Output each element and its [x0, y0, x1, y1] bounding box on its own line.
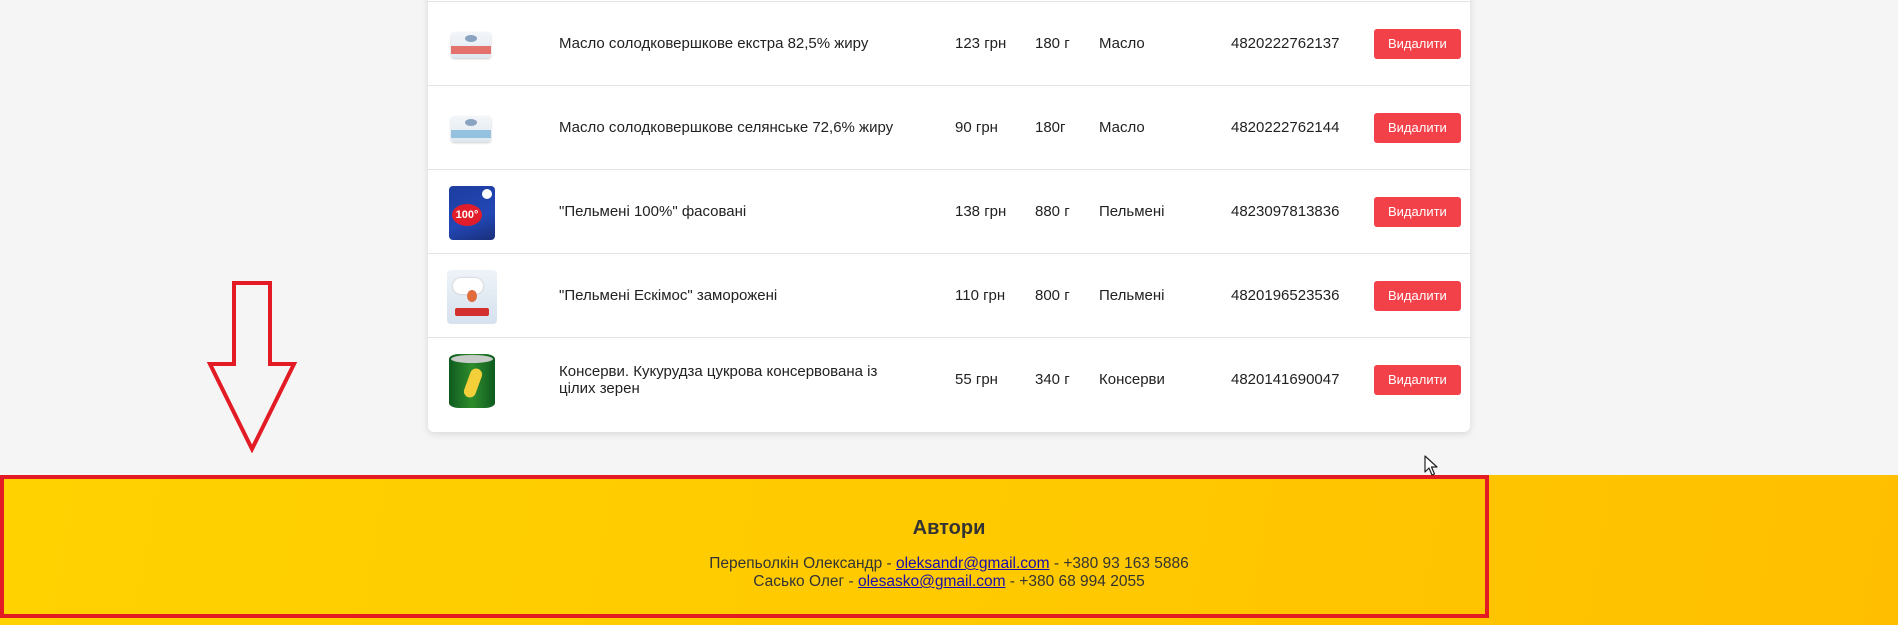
product-image-cell: 100°	[443, 170, 499, 253]
delete-button[interactable]: Видалити	[1374, 280, 1461, 311]
table-row: Консерви. Кукурудза цукрова консервована…	[428, 337, 1470, 421]
product-weight: 180 г	[1035, 35, 1070, 52]
author-line: Сасько Олег - olesasko@gmail.com - +380 …	[0, 573, 1898, 591]
product-barcode: 4820141690047	[1231, 371, 1340, 388]
author-phone: - +380 93 163 5886	[1049, 555, 1189, 572]
product-barcode: 4823097813836	[1231, 203, 1340, 220]
product-thumbnail	[447, 269, 497, 324]
author-email-link[interactable]: oleksandr@gmail.com	[896, 555, 1050, 572]
annotation-highlight-box	[0, 475, 1489, 618]
product-weight: 180г	[1035, 119, 1066, 136]
table-row: "Пельмені Ескімос" заморожені 110 грн 80…	[428, 253, 1470, 337]
product-weight: 880 г	[1035, 203, 1070, 220]
action-cell: Видалити	[1374, 254, 1461, 337]
delete-button[interactable]: Видалити	[1374, 112, 1461, 143]
product-price: 55 грн	[955, 371, 998, 388]
product-name: Консерви. Кукурудза цукрова консервована…	[559, 362, 878, 397]
product-thumbnail	[447, 18, 495, 70]
author-email-link[interactable]: olesasko@gmail.com	[858, 573, 1006, 590]
product-weight: 800 г	[1035, 287, 1070, 304]
down-arrow-icon	[206, 281, 298, 453]
table-row: Масло солодковершкове селянське 72,6% жи…	[428, 85, 1470, 169]
product-image-cell	[443, 338, 499, 421]
product-name: "Пельмені Ескімос" заморожені	[559, 287, 778, 304]
product-name: Масло солодковершкове екстра 82,5% жиру	[559, 35, 869, 52]
product-price: 90 грн	[955, 119, 998, 136]
action-cell: Видалити	[1374, 2, 1461, 85]
action-cell: Видалити	[1374, 338, 1461, 421]
author-line: Перепьолкін Олександр - oleksandr@gmail.…	[0, 555, 1898, 573]
product-image-cell	[443, 254, 499, 337]
delete-button[interactable]: Видалити	[1374, 28, 1461, 59]
product-barcode: 4820196523536	[1231, 287, 1340, 304]
delete-button[interactable]: Видалити	[1374, 364, 1461, 395]
page: Масло солодковершкове екстра 82,5% жиру …	[0, 0, 1898, 625]
product-category: Пельмені	[1099, 287, 1165, 304]
product-price: 123 грн	[955, 35, 1007, 52]
product-weight: 340 г	[1035, 371, 1070, 388]
author-name: Сасько Олег -	[753, 573, 858, 590]
product-name: "Пельмені 100%" фасовані	[559, 203, 747, 220]
action-cell: Видалити	[1374, 170, 1461, 253]
product-barcode: 4820222762144	[1231, 119, 1340, 136]
footer-authors: Перепьолкін Олександр - oleksandr@gmail.…	[0, 555, 1898, 591]
author-phone: - +380 68 994 2055	[1005, 573, 1145, 590]
mouse-pointer-icon	[1424, 455, 1438, 476]
action-cell: Видалити	[1374, 86, 1461, 169]
product-barcode: 4820222762137	[1231, 35, 1340, 52]
product-category: Масло	[1099, 119, 1145, 136]
product-price: 110 грн	[955, 287, 1006, 304]
product-category: Консерви	[1099, 371, 1165, 388]
product-image-cell	[443, 2, 499, 85]
author-name: Перепьолкін Олександр -	[709, 555, 896, 572]
product-thumbnail	[447, 353, 495, 408]
product-category: Пельмені	[1099, 203, 1165, 220]
product-price: 138 грн	[955, 203, 1007, 220]
table-row: 100° "Пельмені 100%" фасовані 138 грн 88…	[428, 169, 1470, 253]
product-name: Масло солодковершкове селянське 72,6% жи…	[559, 119, 894, 136]
product-thumbnail	[447, 102, 495, 154]
product-image-cell	[443, 86, 499, 169]
product-thumbnail: 100°	[447, 185, 495, 240]
table-row: Масло солодковершкове екстра 82,5% жиру …	[428, 1, 1470, 85]
product-category: Масло	[1099, 35, 1145, 52]
footer-title: Автори	[912, 517, 986, 539]
products-table: Масло солодковершкове екстра 82,5% жиру …	[428, 0, 1470, 432]
delete-button[interactable]: Видалити	[1374, 196, 1461, 227]
